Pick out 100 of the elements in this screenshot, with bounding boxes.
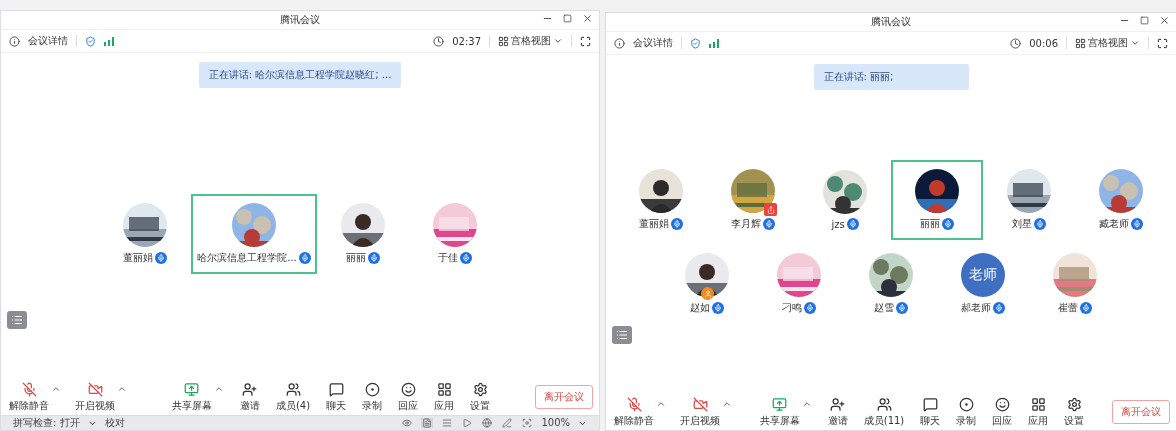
- mic-icon: [1080, 302, 1092, 314]
- participant-tile[interactable]: 赵雪: [845, 244, 937, 324]
- toolbar-button[interactable]: 回应: [398, 381, 419, 413]
- play-icon[interactable]: [461, 418, 474, 428]
- toolbar-button[interactable]: 设置: [470, 381, 491, 413]
- participant-name: 丽丽: [920, 217, 940, 231]
- globe-icon[interactable]: [481, 418, 494, 428]
- smile-icon: [400, 381, 416, 397]
- maximize-icon[interactable]: [563, 14, 572, 23]
- fullscreen-icon[interactable]: [1157, 37, 1168, 49]
- mic-icon: [155, 251, 168, 264]
- participant-name: 臧老师: [1099, 217, 1129, 231]
- toolbar-button[interactable]: 开启视频: [680, 396, 732, 428]
- close-icon[interactable]: [1159, 15, 1170, 26]
- participant-tile[interactable]: 刘星: [983, 160, 1075, 240]
- grid-icon: [1075, 37, 1086, 49]
- button-label: 应用: [434, 398, 455, 413]
- mic-icon: [1034, 218, 1046, 230]
- participant-name: 于佳: [437, 250, 458, 265]
- button-label: 聊天: [920, 413, 941, 428]
- toolbar-button[interactable]: 开启视频: [75, 381, 127, 413]
- toolbar-button[interactable]: 录制: [362, 381, 383, 413]
- page-view-icon[interactable]: [421, 418, 434, 428]
- mic-icon: [804, 302, 816, 314]
- list-toggle[interactable]: [612, 326, 632, 344]
- button-label: 开启视频: [75, 398, 115, 413]
- participant-tile[interactable]: jzs: [799, 160, 891, 240]
- shield-icon: [690, 37, 701, 49]
- pen-icon[interactable]: [501, 418, 514, 428]
- view-dropdown[interactable]: 宫格视图: [498, 34, 563, 48]
- fullscreen-icon[interactable]: [580, 35, 591, 47]
- participant-tile[interactable]: 丽丽: [891, 160, 983, 240]
- window-title: 腾讯会议: [280, 13, 320, 27]
- mic-icon: [896, 302, 908, 314]
- toolbar-button[interactable]: 录制: [956, 396, 977, 428]
- maximize-icon[interactable]: [1140, 16, 1149, 25]
- toolbar-button[interactable]: 解除静音: [9, 381, 61, 413]
- participant-tile[interactable]: 李月辉: [707, 160, 799, 240]
- caret-icon: [553, 36, 563, 46]
- toolbar-button[interactable]: 成员(11): [863, 396, 905, 428]
- toolbar-button[interactable]: 邀请: [827, 396, 848, 428]
- view-dropdown[interactable]: 宫格视图: [1075, 36, 1140, 50]
- toolbar-button[interactable]: 共享屏幕: [759, 396, 812, 428]
- focus-icon[interactable]: [521, 418, 534, 428]
- participant-tile[interactable]: 刁鸣: [753, 244, 845, 324]
- button-label: 录制: [956, 413, 977, 428]
- participant-tile[interactable]: 董丽娟: [99, 193, 192, 274]
- button-label: 邀请: [239, 398, 260, 413]
- participant-name: 赵雪: [874, 301, 894, 315]
- participant-tile[interactable]: 于佳: [408, 193, 501, 274]
- mic-icon: [459, 251, 472, 264]
- toolbar-button[interactable]: 应用: [1028, 396, 1049, 428]
- button-label: 成员(11): [863, 413, 905, 428]
- button-label: 回应: [992, 413, 1013, 428]
- shield-icon: [85, 35, 96, 47]
- proofread-label[interactable]: 校对: [104, 417, 125, 429]
- toolbar-button[interactable]: 应用: [434, 381, 455, 413]
- toolbar-button[interactable]: 聊天: [920, 396, 941, 428]
- toolbar-button[interactable]: 共享屏幕: [171, 381, 224, 413]
- zoom-level[interactable]: 100%: [541, 417, 570, 429]
- list-icon: [616, 329, 628, 341]
- mic-icon: [942, 218, 954, 230]
- leave-meeting-button[interactable]: 离开会议: [535, 385, 593, 409]
- participant-tile[interactable]: 董丽娟: [615, 160, 707, 240]
- toolbar-button[interactable]: 回应: [992, 396, 1013, 428]
- participant-tile[interactable]: 老师 郝老师: [937, 244, 1029, 324]
- button-label: 解除静音: [614, 413, 654, 428]
- participant-name: 刁鸣: [782, 301, 802, 315]
- toolbar-button[interactable]: 解除静音: [614, 396, 666, 428]
- toolbar-button[interactable]: 聊天: [326, 381, 347, 413]
- participant-tile[interactable]: 臧老师: [1075, 160, 1167, 240]
- leave-meeting-button[interactable]: 离开会议: [1112, 400, 1170, 424]
- participant-name: 李月辉: [731, 217, 761, 231]
- list-icon: [11, 314, 23, 326]
- close-icon[interactable]: [582, 13, 593, 24]
- spell-check-status[interactable]: 拼写检查: 打开: [13, 417, 80, 429]
- settings-icon: [472, 381, 488, 397]
- meeting-details-link[interactable]: 会议详情: [28, 34, 68, 48]
- toolbar-button[interactable]: 邀请: [239, 381, 260, 413]
- apps-icon: [436, 381, 452, 397]
- button-label: 开启视频: [680, 413, 720, 428]
- toolbar-button[interactable]: 设置: [1064, 396, 1085, 428]
- participant-tile[interactable]: 哈尔滨信息工程学院...: [191, 193, 317, 274]
- mic-icon: [298, 251, 311, 264]
- button-label: 设置: [470, 398, 491, 413]
- participant-tile[interactable]: 崔蕾: [1029, 244, 1121, 324]
- mic-icon: [993, 302, 1005, 314]
- toolbar-button[interactable]: 成员(4): [275, 381, 311, 413]
- mic-icon: [712, 302, 724, 314]
- list-toggle[interactable]: [7, 311, 27, 329]
- eye-icon[interactable]: [401, 418, 414, 428]
- button-label: 解除静音: [9, 398, 49, 413]
- meeting-details-link[interactable]: 会议详情: [633, 36, 673, 50]
- participant-tile[interactable]: 丽丽: [316, 193, 409, 274]
- record-icon: [364, 381, 380, 397]
- participant-tile[interactable]: 赵如: [661, 244, 753, 324]
- participant-name: 丽丽: [345, 250, 366, 265]
- outline-icon[interactable]: [441, 418, 454, 428]
- button-label: 共享屏幕: [759, 413, 800, 428]
- window-title: 腾讯会议: [871, 15, 911, 29]
